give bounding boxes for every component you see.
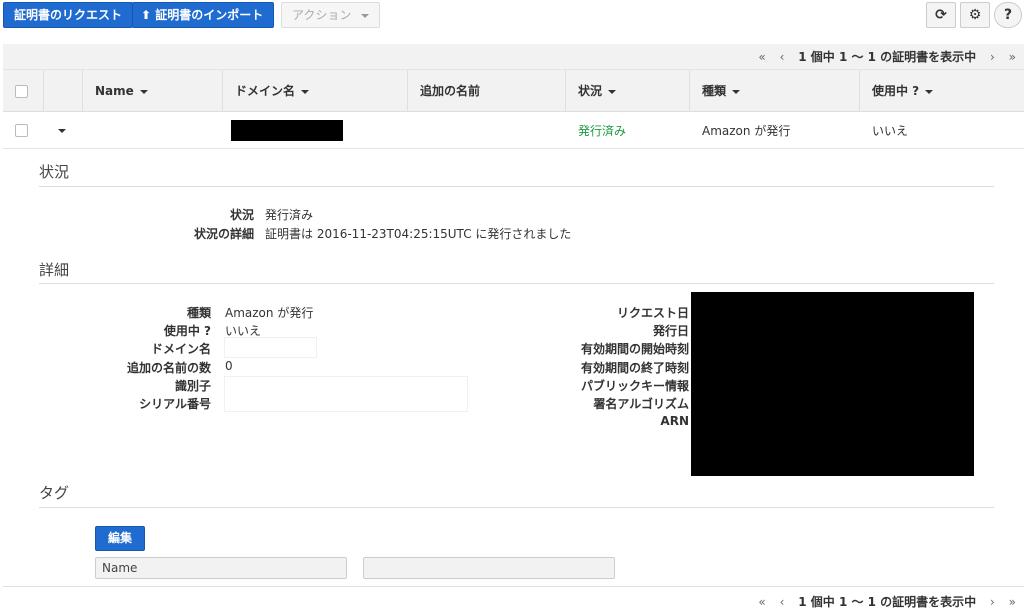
additional-names-count-value: 0 — [225, 359, 233, 373]
pagination-bar-top: « ‹ 1 個中 1 ～ 1 の証明書を表示中 › » — [3, 44, 1024, 70]
redacted-dates-block — [691, 292, 974, 476]
column-header-type[interactable]: 種類 — [689, 70, 859, 112]
redacted-domain — [231, 120, 343, 141]
help-button[interactable]: ? — [994, 2, 1022, 28]
tag-key-input[interactable]: Name — [95, 557, 347, 579]
signature-algorithm-label: 署名アルゴリズム — [593, 397, 689, 411]
divider — [39, 283, 994, 284]
serial-number-label: シリアル番号 — [139, 397, 211, 411]
refresh-icon: ⟳ — [935, 7, 947, 23]
column-type-label: 種類 — [702, 84, 727, 98]
row-in-use: いいえ — [872, 124, 909, 138]
row-type: Amazon が発行 — [702, 124, 791, 138]
table-row[interactable]: 発行済み Amazon が発行 いいえ — [3, 113, 1024, 149]
actions-dropdown[interactable]: アクション — [281, 2, 381, 28]
last-page-button[interactable]: » — [1009, 595, 1016, 609]
upload-icon: ⬆ — [141, 8, 152, 22]
type-label: 種類 — [186, 306, 211, 320]
status-detail-label: 状況の詳細 — [193, 227, 254, 241]
toolbar: 証明書のリクエスト ⬆ 証明書のインポート アクション ⟳ ⚙ ? — [0, 0, 1024, 32]
select-all-checkbox[interactable] — [15, 85, 28, 98]
detail-panel: 状況 状況 発行済み 状況の詳細 証明書は 2016-11-23T04:25:1… — [3, 149, 1024, 587]
details-section-title: 詳細 — [39, 261, 70, 279]
chevron-down-icon — [361, 13, 370, 18]
import-certificate-button[interactable]: ⬆ 証明書のインポート — [132, 2, 275, 28]
last-page-button[interactable]: » — [1009, 50, 1016, 64]
help-icon: ? — [1003, 7, 1013, 23]
prev-page-button[interactable]: ‹ — [780, 595, 785, 609]
gear-icon: ⚙ — [968, 7, 982, 23]
expand-column-header — [43, 70, 83, 112]
additional-names-count-label: 追加の名前の数 — [126, 361, 211, 375]
issue-date-label: 発行日 — [652, 324, 689, 338]
arn-label: ARN — [660, 414, 689, 428]
column-status-label: 状況 — [578, 84, 603, 98]
tags-section-title: タグ — [39, 484, 70, 502]
status-label: 状況 — [229, 208, 254, 222]
status-section-title: 状況 — [39, 163, 70, 181]
edit-tags-button[interactable]: 編集 — [95, 526, 146, 551]
pagination-text: 1 個中 1 ～ 1 の証明書を表示中 — [798, 595, 977, 609]
column-name-label: Name — [95, 84, 134, 98]
valid-to-label: 有効期間の終了時刻 — [580, 361, 689, 375]
column-additional-label: 追加の名前 — [420, 84, 481, 98]
pagination-bar-bottom: « ‹ 1 個中 1 ～ 1 の証明書を表示中 › » — [3, 588, 1024, 614]
public-key-label: パブリックキー情報 — [580, 379, 689, 393]
in-use-label: 使用中 ? — [163, 324, 211, 338]
import-certificate-label: 証明書のインポート — [155, 8, 264, 22]
row-status: 発行済み — [578, 124, 627, 138]
first-page-button[interactable]: « — [758, 595, 765, 609]
tag-value-input[interactable] — [363, 557, 615, 579]
settings-button[interactable]: ⚙ — [960, 2, 990, 28]
pagination-text: 1 個中 1 ～ 1 の証明書を表示中 — [798, 50, 977, 64]
column-inuse-label: 使用中 ? — [872, 84, 920, 98]
refresh-button[interactable]: ⟳ — [926, 2, 956, 28]
table-header: Name ドメイン名 追加の名前 状況 種類 使用中 ? — [3, 70, 1024, 112]
column-header-domain[interactable]: ドメイン名 — [222, 70, 407, 112]
chevron-down-icon — [925, 89, 934, 94]
identifier-label: 識別子 — [174, 379, 211, 393]
next-page-button[interactable]: › — [990, 50, 995, 64]
domain-value-redacted — [224, 337, 317, 358]
column-header-status[interactable]: 状況 — [565, 70, 689, 112]
expand-row-icon[interactable] — [58, 129, 66, 133]
chevron-down-icon — [608, 89, 617, 94]
status-value: 発行済み — [265, 208, 314, 222]
identifier-serial-redacted — [224, 376, 468, 412]
chevron-down-icon — [139, 89, 148, 94]
chevron-down-icon — [301, 89, 310, 94]
chevron-down-icon — [732, 89, 741, 94]
column-domain-label: ドメイン名 — [235, 84, 296, 98]
request-certificate-button[interactable]: 証明書のリクエスト — [3, 2, 134, 28]
next-page-button[interactable]: › — [990, 595, 995, 609]
column-header-additional-names: 追加の名前 — [407, 70, 565, 112]
divider — [39, 507, 994, 508]
column-header-in-use[interactable]: 使用中 ? — [859, 70, 1024, 112]
request-date-label: リクエスト日 — [616, 306, 689, 320]
row-checkbox[interactable] — [15, 124, 28, 137]
divider — [39, 186, 994, 187]
pagination-bottom: « ‹ 1 個中 1 ～ 1 の証明書を表示中 › » — [748, 593, 1016, 614]
column-header-name[interactable]: Name — [82, 70, 222, 112]
status-detail-value: 証明書は 2016-11-23T04:25:15UTC に発行されました — [265, 227, 572, 241]
domain-label: ドメイン名 — [150, 342, 211, 356]
valid-from-label: 有効期間の開始時刻 — [580, 342, 689, 356]
actions-label: アクション — [292, 8, 352, 22]
first-page-button[interactable]: « — [758, 50, 765, 64]
type-value: Amazon が発行 — [225, 306, 314, 320]
pagination-top: « ‹ 1 個中 1 ～ 1 の証明書を表示中 › » — [748, 48, 1016, 70]
prev-page-button[interactable]: ‹ — [780, 50, 785, 64]
